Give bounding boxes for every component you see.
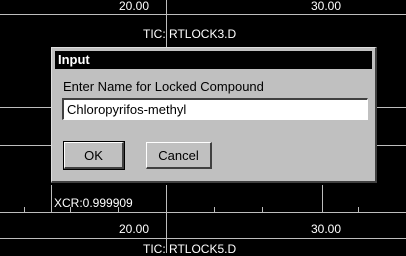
- plot-line-left-stub: [0, 107, 51, 108]
- bottom-divider-line: [0, 238, 406, 239]
- plot-line-right-stub: [377, 107, 406, 108]
- top-axis-line: [0, 14, 406, 15]
- axis-tick: [70, 207, 71, 212]
- top-tick-label-30: 30.00: [311, 0, 342, 13]
- axis-tick: [214, 207, 215, 212]
- bottom-tick-label-20: 20.00: [119, 222, 150, 236]
- bottom-axis-line: [0, 212, 406, 213]
- top-trace-label: TIC: RTLOCK3.D: [143, 27, 237, 41]
- ok-button[interactable]: OK: [63, 141, 125, 170]
- axis-tick: [262, 207, 263, 212]
- dialog-prompt: Enter Name for Locked Compound: [63, 79, 264, 94]
- peak-marker-right: [322, 185, 323, 213]
- compound-name-input[interactable]: [62, 98, 368, 120]
- cancel-button[interactable]: Cancel: [146, 142, 212, 169]
- axis-tick: [24, 207, 25, 212]
- plot-line-left-stub-lower: [0, 145, 51, 146]
- axis-tick: [118, 207, 119, 212]
- bottom-trace-label: TIC: RTLOCK5.D: [143, 242, 237, 256]
- axis-tick: [358, 207, 359, 212]
- peak-marker-left: [51, 185, 52, 213]
- top-tick-label-20: 20.00: [119, 0, 150, 13]
- dialog-titlebar[interactable]: Input: [55, 51, 372, 69]
- bottom-tick-label-30: 30.00: [311, 222, 342, 236]
- input-dialog: Input Enter Name for Locked Compound OK …: [51, 47, 377, 183]
- plot-line-right-stub-lower: [377, 145, 406, 146]
- xcr-label: XCR:0.999909: [54, 196, 133, 210]
